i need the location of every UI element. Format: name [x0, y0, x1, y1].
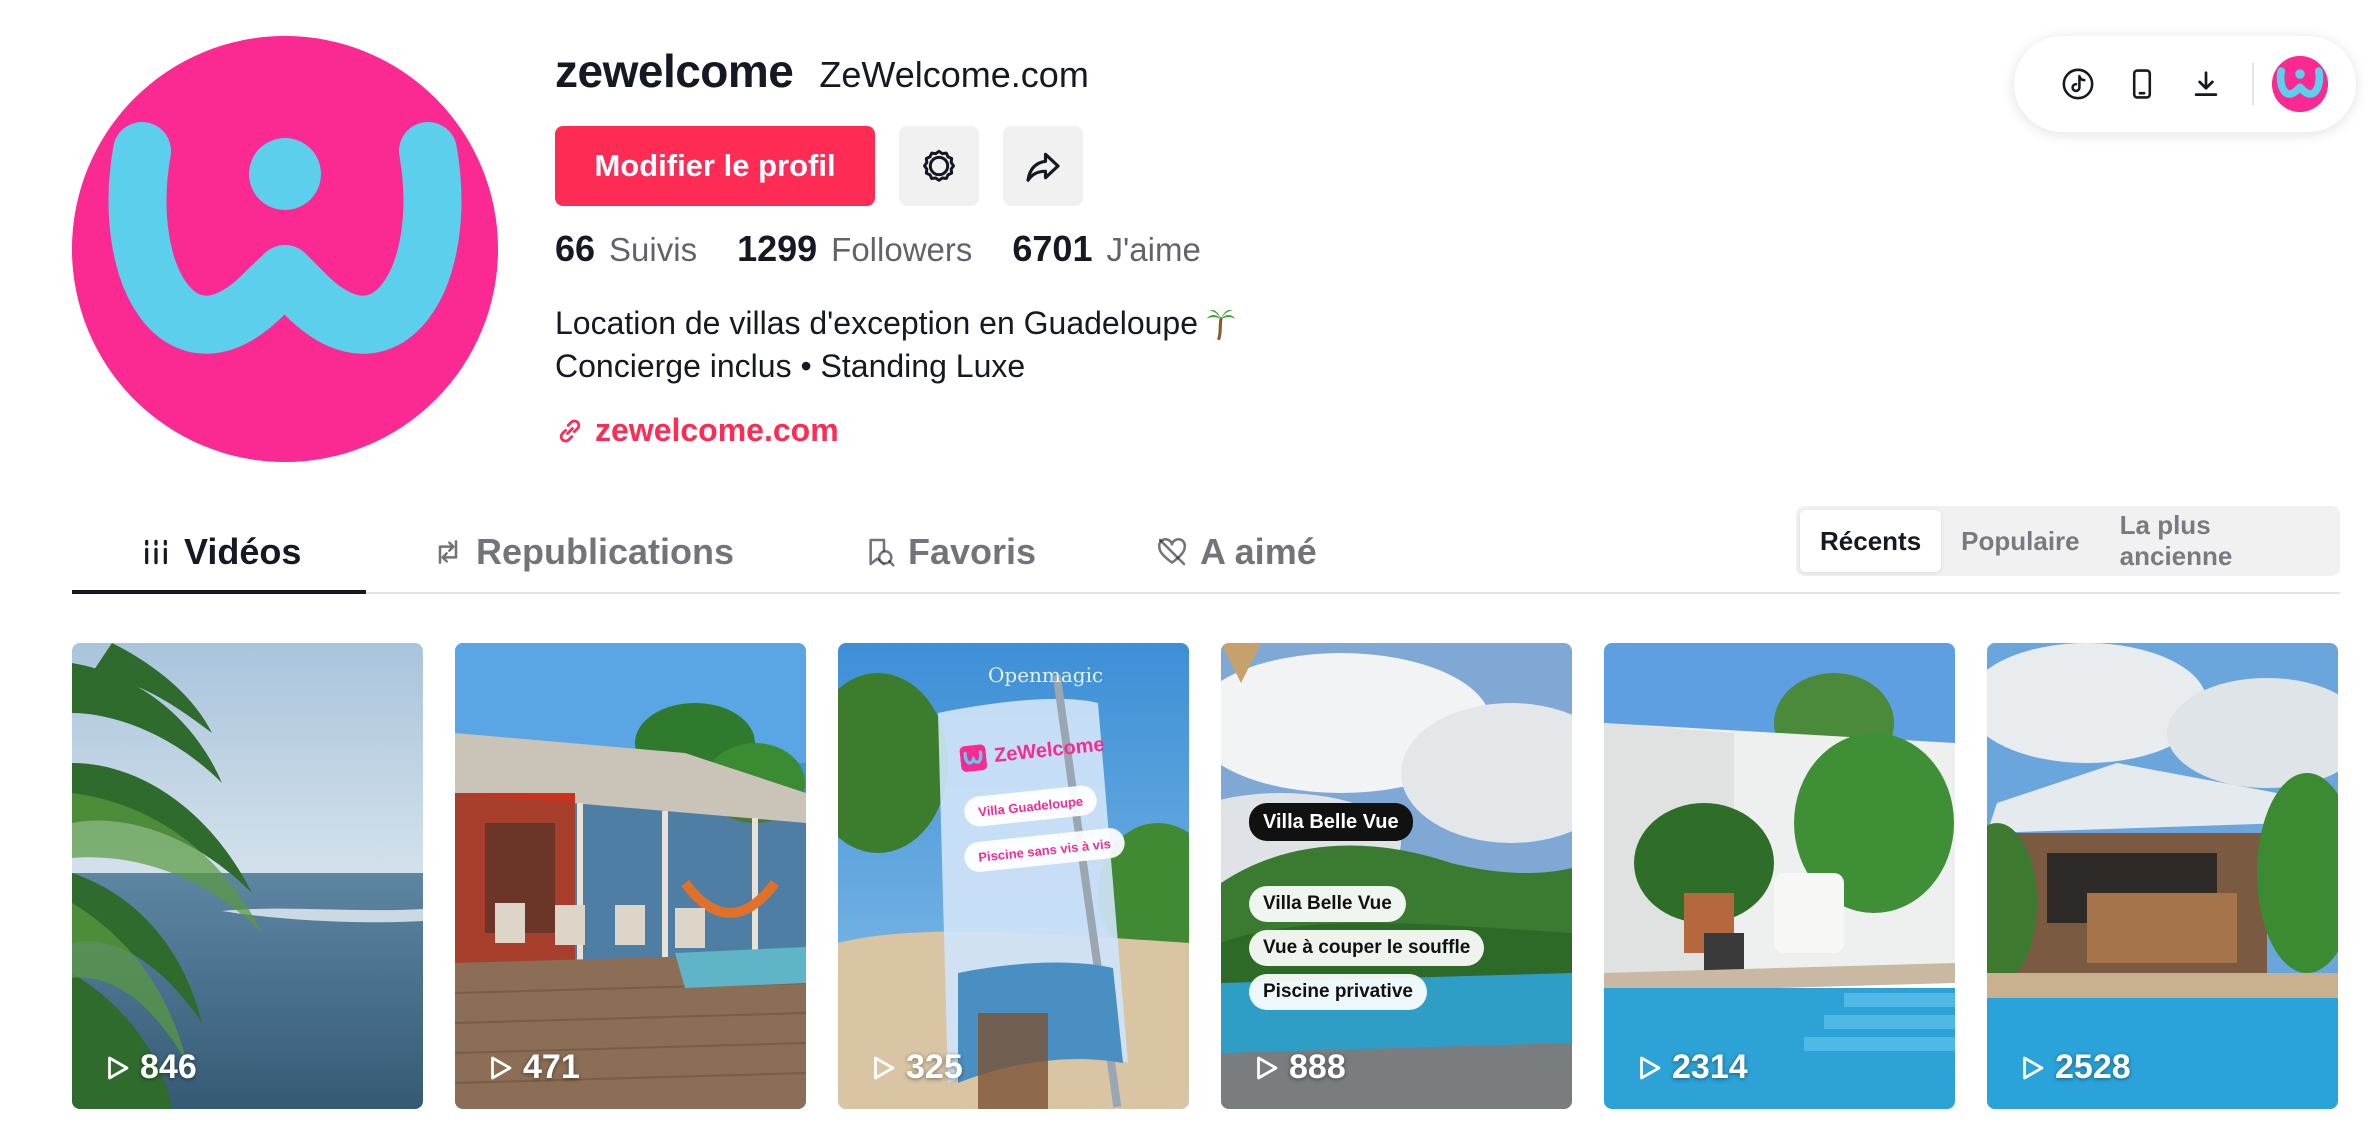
- profile-bio: Location de villas d'exception en Guadel…: [555, 302, 1238, 388]
- tiktok-icon: [2062, 68, 2094, 100]
- profile-actions: Modifier le profil: [555, 126, 1083, 206]
- stat-following[interactable]: 66 Suivis: [555, 228, 697, 270]
- bio-line-1-text: Location de villas d'exception en Guadel…: [555, 305, 1199, 341]
- tab-favorites[interactable]: Favoris: [864, 510, 1036, 594]
- play-icon: [491, 1056, 512, 1079]
- tab-liked[interactable]: A aimé: [1156, 510, 1317, 594]
- share-profile-button[interactable]: [1003, 126, 1083, 206]
- download-button[interactable]: [2174, 52, 2238, 116]
- view-count-text: 471: [523, 1048, 580, 1086]
- mobile-app-button[interactable]: [2110, 52, 2174, 116]
- zewelcome-logo-icon: [2272, 56, 2328, 112]
- edit-profile-button[interactable]: Modifier le profil: [555, 126, 875, 206]
- stat-followers[interactable]: 1299 Followers: [737, 228, 972, 270]
- phone-icon: [2132, 69, 2152, 99]
- stat-likes-count: 6701: [1012, 228, 1093, 269]
- sort-popular[interactable]: Populaire: [1941, 510, 2099, 572]
- video-card[interactable]: 2314: [1604, 643, 1955, 1109]
- video-card[interactable]: Villa Belle Vue Villa Belle Vue Vue à co…: [1221, 643, 1572, 1109]
- tab-liked-label: A aimé: [1200, 531, 1317, 572]
- play-icon: [1257, 1056, 1278, 1079]
- share-arrow-icon: [1026, 152, 1060, 182]
- active-tab-indicator: [72, 590, 366, 594]
- video-card[interactable]: 471: [455, 643, 806, 1109]
- video-thumbnail: [1987, 643, 2338, 1109]
- play-icon: [2023, 1056, 2044, 1079]
- profile-stats: 66 Suivis 1299 Followers 6701 J'aime: [555, 228, 1201, 270]
- bio-line-1: Location de villas d'exception en Guadel…: [555, 302, 1238, 345]
- view-count: 2314: [1634, 1048, 1748, 1087]
- video-thumbnail: [72, 643, 423, 1109]
- video-thumbnail: [838, 643, 1189, 1109]
- video-sort-control: Récents Populaire La plus ancienne: [1796, 506, 2340, 576]
- view-count-text: 2314: [1672, 1048, 1748, 1086]
- view-count: 2528: [2017, 1048, 2131, 1087]
- play-icon: [1640, 1056, 1661, 1079]
- profile-website-text: zewelcome.com: [595, 412, 839, 448]
- gear-icon: [923, 149, 955, 182]
- profile-nickname: ZeWelcome.com: [819, 54, 1089, 95]
- view-count: 888: [1251, 1048, 1346, 1087]
- video-card[interactable]: 846: [72, 643, 423, 1109]
- video-thumbnail: [1221, 643, 1572, 1109]
- video-thumbnail: [455, 643, 806, 1109]
- tab-reposts[interactable]: Republications: [432, 510, 734, 594]
- view-count-text: 325: [906, 1048, 963, 1086]
- tiktok-studio-button[interactable]: [2046, 52, 2110, 116]
- video-overlay-line: Vue à couper le souffle: [1249, 930, 1485, 966]
- profile-info: zewelcome ZeWelcome.com: [555, 44, 1089, 104]
- repost-icon: [438, 540, 458, 564]
- view-count-text: 2528: [2055, 1048, 2131, 1086]
- zewelcome-logo-icon: [959, 744, 988, 772]
- account-avatar-button[interactable]: [2272, 56, 2328, 112]
- tab-videos[interactable]: Vidéos: [140, 510, 301, 594]
- view-count-text: 888: [1289, 1048, 1346, 1086]
- view-count: 325: [868, 1048, 963, 1087]
- profile-website-link[interactable]: zewelcome.com: [555, 412, 839, 449]
- video-overlay-title: Villa Belle Vue: [1249, 803, 1413, 841]
- stat-following-count: 66: [555, 228, 596, 269]
- stat-likes-label: J'aime: [1106, 231, 1201, 268]
- video-overlay-line: Villa Belle Vue: [1249, 886, 1406, 922]
- video-grid: 846 471 Openmagic ZeWelcome Villa Guadel…: [72, 643, 2338, 1109]
- video-thumbnail: [1604, 643, 1955, 1109]
- grid-icon: [145, 539, 167, 565]
- stat-followers-label: Followers: [831, 231, 973, 268]
- bio-line-2: Concierge inclus • Standing Luxe: [555, 348, 1026, 384]
- view-count: 846: [102, 1048, 197, 1087]
- play-icon: [108, 1056, 129, 1079]
- tab-reposts-label: Republications: [476, 531, 735, 572]
- sort-recent[interactable]: Récents: [1800, 510, 1942, 572]
- tab-videos-label: Vidéos: [184, 531, 302, 572]
- view-count: 471: [485, 1048, 580, 1087]
- stat-following-label: Suivis: [609, 231, 698, 268]
- profile-avatar[interactable]: [72, 36, 498, 462]
- palm-tree-icon: [1206, 309, 1236, 340]
- zewelcome-logo-icon: [72, 36, 498, 462]
- video-card[interactable]: Openmagic ZeWelcome Villa Guadeloupe Pis…: [838, 643, 1189, 1109]
- heart-icon: [1157, 538, 1187, 566]
- video-card[interactable]: 2528: [1987, 643, 2338, 1109]
- stat-likes: 6701 J'aime: [1012, 228, 1200, 270]
- toolbar-divider: [2252, 63, 2254, 105]
- link-icon: [559, 419, 581, 442]
- settings-button[interactable]: [899, 126, 979, 206]
- view-count-text: 846: [140, 1048, 197, 1086]
- video-brand-watermark: Openmagic: [988, 663, 1104, 687]
- top-toolbar: [2014, 36, 2356, 132]
- profile-username: zewelcome: [555, 45, 794, 97]
- stat-followers-count: 1299: [737, 228, 818, 269]
- tab-favorites-label: Favoris: [908, 531, 1037, 572]
- sort-oldest[interactable]: La plus ancienne: [2100, 510, 2336, 572]
- bookmark-icon: [869, 538, 895, 567]
- video-overlay-line: Piscine privative: [1249, 974, 1427, 1010]
- download-icon: [2194, 71, 2218, 96]
- play-icon: [874, 1056, 895, 1079]
